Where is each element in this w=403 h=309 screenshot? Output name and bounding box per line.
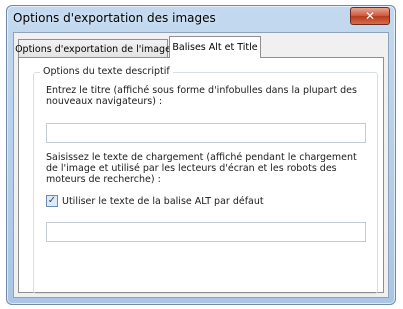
tab-alt-title-tags[interactable]: Balises Alt et Title bbox=[169, 36, 261, 58]
title-bar[interactable]: Options d'exportation des images ✕ bbox=[7, 6, 395, 32]
tab-label: Options d'exportation de l'image bbox=[15, 43, 171, 55]
tab-image-export-options[interactable]: Options d'exportation de l'image bbox=[15, 39, 171, 58]
window-title: Options d'exportation des images bbox=[13, 11, 216, 25]
group-legend: Options du texte descriptif bbox=[40, 66, 173, 77]
use-alt-text-label[interactable]: Utiliser le texte de la balise ALT par d… bbox=[62, 196, 264, 207]
title-label: Entrez le titre (affiché sous forme d'in… bbox=[46, 85, 357, 107]
tab-label: Balises Alt et Title bbox=[172, 42, 258, 53]
close-icon: ✕ bbox=[364, 9, 376, 23]
loading-text-input[interactable] bbox=[46, 222, 366, 242]
checkmark-icon: ✓ bbox=[47, 195, 57, 206]
title-input[interactable] bbox=[46, 123, 366, 143]
close-button[interactable]: ✕ bbox=[350, 7, 390, 25]
loading-text-label: Saisissez le texte de chargement (affich… bbox=[46, 152, 357, 185]
use-alt-text-checkbox[interactable]: ✓ bbox=[46, 195, 58, 207]
